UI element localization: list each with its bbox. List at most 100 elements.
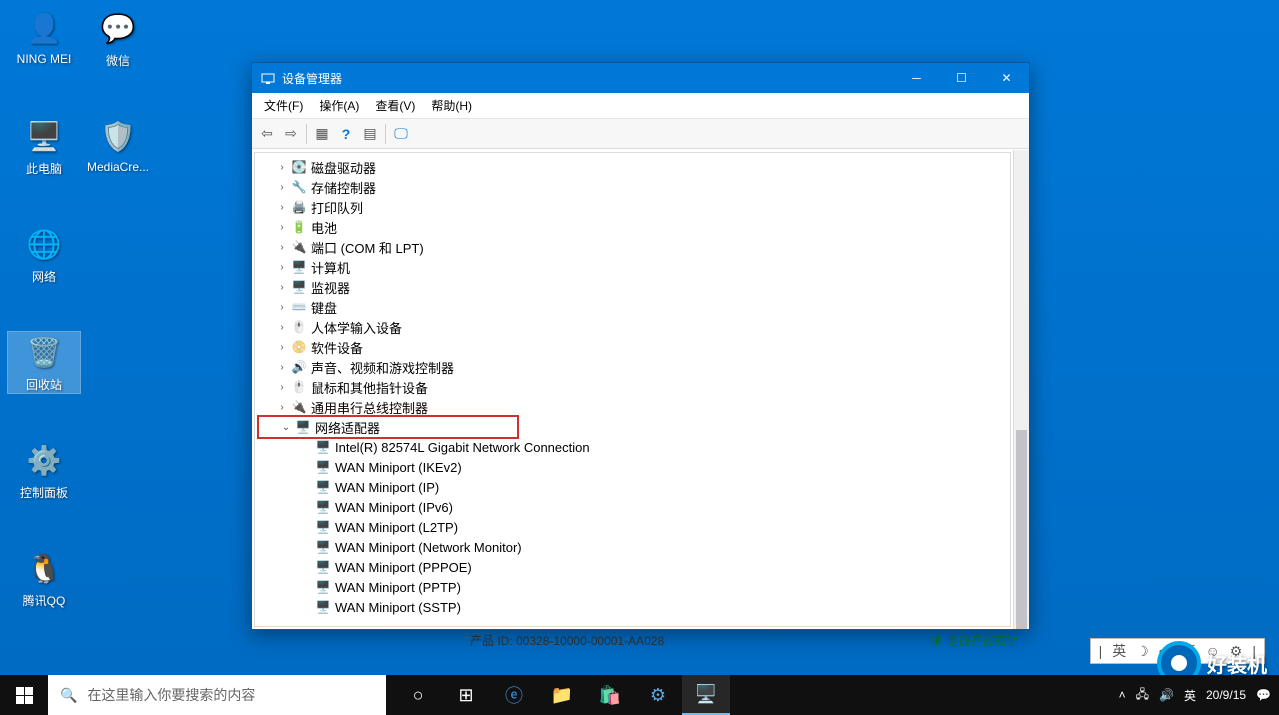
change-key-link[interactable]: 🛡 更改产品密钥 [928, 632, 1019, 649]
ime-item[interactable]: ☽ [1136, 643, 1149, 660]
adapter-label: WAN Miniport (L2TP) [335, 520, 458, 535]
adapter-WAN Miniport (SSTP)[interactable]: 🖥️WAN Miniport (SSTP) [255, 597, 1010, 617]
menu-文件(F)[interactable]: 文件(F) [256, 93, 311, 118]
tree-item-通用串行总线控制器[interactable]: ›🔌通用串行总线控制器 [255, 397, 1010, 417]
start-button[interactable] [0, 675, 48, 715]
icon-label: 回收站 [8, 376, 80, 393]
toolbar: ⇦ ⇨ ▦ ? ▤ 🖵 [252, 119, 1029, 149]
menu-帮助(H)[interactable]: 帮助(H) [423, 93, 480, 118]
desktop-icon-MediaCre...[interactable]: 🛡️MediaCre... [82, 116, 154, 174]
adapter-WAN Miniport (Network Monitor)[interactable]: 🖥️WAN Miniport (Network Monitor) [255, 537, 1010, 557]
scrollbar[interactable] [1013, 150, 1029, 629]
expand-icon[interactable]: › [275, 222, 289, 233]
scan-button[interactable]: 🖵 [390, 123, 412, 145]
adapter-icon: 🖥️ [315, 599, 331, 615]
edge-button[interactable]: ⓔ [490, 675, 538, 715]
expand-icon[interactable]: › [275, 262, 289, 273]
tree-item-端口 (COM 和 LPT)[interactable]: ›🔌端口 (COM 和 LPT) [255, 237, 1010, 257]
maximize-button[interactable]: ☐ [939, 63, 984, 93]
category-icon: 🖱️ [291, 379, 307, 395]
tray-notifications-icon[interactable]: 💬 [1256, 688, 1271, 702]
adapter-WAN Miniport (PPPOE)[interactable]: 🖥️WAN Miniport (PPPOE) [255, 557, 1010, 577]
tree-item-打印队列[interactable]: ›🖨️打印队列 [255, 197, 1010, 217]
expand-icon[interactable]: › [275, 202, 289, 213]
expand-icon[interactable]: › [275, 362, 289, 373]
desktop-icon-回收站[interactable]: 🗑️ 回收站 [8, 332, 80, 393]
desktop-icon-控制面板[interactable]: ⚙️控制面板 [8, 440, 80, 501]
close-button[interactable]: ✕ [984, 63, 1029, 93]
tray-ime[interactable]: 英 [1184, 687, 1196, 704]
icon-glyph: 🌐 [24, 224, 64, 264]
expand-icon[interactable]: › [275, 302, 289, 313]
store-button[interactable]: 🛍️ [586, 675, 634, 715]
cortana-button[interactable]: ○ [394, 675, 442, 715]
adapter-WAN Miniport (PPTP)[interactable]: 🖥️WAN Miniport (PPTP) [255, 577, 1010, 597]
expand-icon[interactable]: › [275, 282, 289, 293]
device-tree[interactable]: ›💽磁盘驱动器›🔧存储控制器›🖨️打印队列›🔋电池›🔌端口 (COM 和 LPT… [254, 152, 1011, 627]
tree-item-声音、视频和游戏控制器[interactable]: ›🔊声音、视频和游戏控制器 [255, 357, 1010, 377]
collapse-icon[interactable]: ⌄ [279, 422, 293, 433]
forward-button[interactable]: ⇨ [280, 123, 302, 145]
tree-item-监视器[interactable]: ›🖥️监视器 [255, 277, 1010, 297]
taskview-button[interactable]: ⊞ [442, 675, 490, 715]
tree-item-电池[interactable]: ›🔋电池 [255, 217, 1010, 237]
adapter-Intel(R) 82574L Gigabit Network Connection[interactable]: 🖥️Intel(R) 82574L Gigabit Network Connec… [255, 437, 1010, 457]
expand-icon[interactable]: › [275, 322, 289, 333]
desktop-icon-NING MEI[interactable]: 👤NING MEI [8, 8, 80, 66]
expand-icon[interactable]: › [275, 402, 289, 413]
tree-item-键盘[interactable]: ›⌨️键盘 [255, 297, 1010, 317]
desktop-icon-网络[interactable]: 🌐网络 [8, 224, 80, 285]
expand-icon[interactable]: › [275, 242, 289, 253]
expand-icon[interactable]: › [275, 342, 289, 353]
adapter-WAN Miniport (IP)[interactable]: 🖥️WAN Miniport (IP) [255, 477, 1010, 497]
desktop-icon-微信[interactable]: 💬微信 [82, 8, 154, 69]
tree-item-软件设备[interactable]: ›📀软件设备 [255, 337, 1010, 357]
app-icon [260, 70, 276, 86]
help-button[interactable]: ? [335, 123, 357, 145]
search-box[interactable]: 🔍 在这里输入你要搜索的内容 [48, 675, 386, 715]
category-label: 软件设备 [311, 338, 363, 357]
tree-item-network-adapters[interactable]: ⌄🖥️网络适配器 [259, 417, 517, 437]
tree-item-鼠标和其他指针设备[interactable]: ›🖱️鼠标和其他指针设备 [255, 377, 1010, 397]
tree-item-计算机[interactable]: ›🖥️计算机 [255, 257, 1010, 277]
tree-item-磁盘驱动器[interactable]: ›💽磁盘驱动器 [255, 157, 1010, 177]
expand-icon[interactable]: › [275, 382, 289, 393]
ime-item[interactable]: 英 [1112, 641, 1126, 661]
tree-item-存储控制器[interactable]: ›🔧存储控制器 [255, 177, 1010, 197]
expand-icon[interactable]: › [275, 182, 289, 193]
menu-操作(A)[interactable]: 操作(A) [311, 93, 367, 118]
properties-button[interactable]: ▦ [311, 123, 333, 145]
tray-chevron[interactable]: ˄ [1119, 688, 1126, 702]
tray-network-icon[interactable]: 🖧 [1136, 685, 1149, 706]
scrollbar-thumb[interactable] [1016, 430, 1027, 629]
desktop-icon-此电脑[interactable]: 🖥️此电脑 [8, 116, 80, 177]
menubar: 文件(F)操作(A)查看(V)帮助(H) [252, 93, 1029, 119]
adapter-WAN Miniport (IKEv2)[interactable]: 🖥️WAN Miniport (IKEv2) [255, 457, 1010, 477]
show-button[interactable]: ▤ [359, 123, 381, 145]
menu-查看(V)[interactable]: 查看(V) [367, 93, 423, 118]
category-label: 打印队列 [311, 198, 363, 217]
taskbar: 🔍 在这里输入你要搜索的内容 ○ ⊞ ⓔ 📁 🛍️ ⚙ 🖥️ ˄ 🖧 🔊 英 2… [0, 675, 1279, 715]
back-button[interactable]: ⇦ [256, 123, 278, 145]
desktop-icon-腾讯QQ[interactable]: 🐧腾讯QQ [8, 548, 80, 609]
adapter-WAN Miniport (L2TP)[interactable]: 🖥️WAN Miniport (L2TP) [255, 517, 1010, 537]
device-manager-window: 设备管理器 ─ ☐ ✕ 文件(F)操作(A)查看(V)帮助(H) ⇦ ⇨ ▦ ?… [251, 62, 1030, 630]
tray-volume-icon[interactable]: 🔊 [1159, 688, 1174, 702]
settings-button[interactable]: ⚙ [634, 675, 682, 715]
separator [306, 124, 307, 144]
explorer-button[interactable]: 📁 [538, 675, 586, 715]
ime-item[interactable]: | [1099, 643, 1103, 659]
minimize-button[interactable]: ─ [894, 63, 939, 93]
adapter-WAN Miniport (IPv6)[interactable]: 🖥️WAN Miniport (IPv6) [255, 497, 1010, 517]
watermark-text: 好装机 [1207, 649, 1267, 678]
titlebar[interactable]: 设备管理器 ─ ☐ ✕ [252, 63, 1029, 93]
tree-item-人体学输入设备[interactable]: ›🖱️人体学输入设备 [255, 317, 1010, 337]
category-icon: 🔧 [291, 179, 307, 195]
adapter-icon: 🖥️ [315, 539, 331, 555]
adapter-label: WAN Miniport (PPPOE) [335, 560, 472, 575]
tray-date[interactable]: 20/9/15 [1206, 688, 1246, 702]
adapter-label: WAN Miniport (IP) [335, 480, 439, 495]
icon-glyph: 🗑️ [24, 332, 64, 372]
expand-icon[interactable]: › [275, 162, 289, 173]
devmgr-taskbar-button[interactable]: 🖥️ [682, 675, 730, 715]
